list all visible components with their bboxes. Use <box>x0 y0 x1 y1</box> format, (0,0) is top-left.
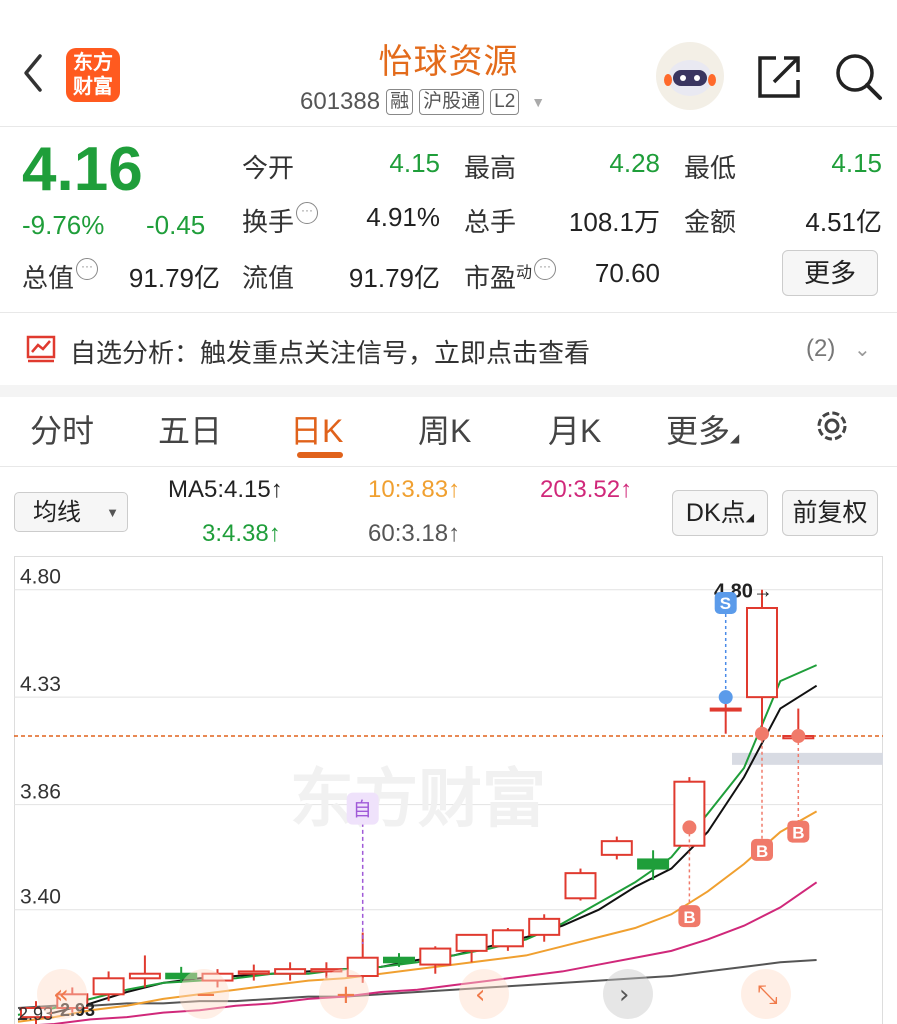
dropdown-caret-icon[interactable]: ▼ <box>531 94 545 110</box>
ma3-label: 3:4.38↑ <box>202 520 281 547</box>
candle-body <box>419 947 452 966</box>
ma10-label: 10:3.83↑ <box>368 476 461 503</box>
high-label: 最高 <box>464 153 517 183</box>
stock-code-row[interactable]: 601388 融 沪股通 L2 ▼ <box>300 88 545 116</box>
candle-body <box>528 917 561 936</box>
candlestick-chart[interactable]: 4.804.333.863.40东方财富4.80→SBBB自2.932.93«−… <box>14 556 883 1024</box>
candle-body <box>274 968 307 975</box>
chart-nav-icon[interactable]: + <box>335 980 357 1010</box>
change-percent: -9.76% <box>22 210 105 240</box>
chart-alert-icon <box>26 335 56 363</box>
low-label: 最低 <box>684 153 737 183</box>
turnover-value: 4.91% <box>366 202 440 232</box>
tag-connect: 沪股通 <box>419 89 485 115</box>
info-icon[interactable]: ··· <box>76 258 99 280</box>
ma60-label: 60:3.18↑ <box>368 520 461 547</box>
pe-value: 70.60 <box>594 258 660 288</box>
candle-body <box>92 977 125 996</box>
volume-value: 108.1万 <box>568 207 660 237</box>
analysis-count: (2) <box>806 335 836 362</box>
pe-label: 市盈动 ··· <box>464 258 557 295</box>
stock-code: 601388 <box>300 88 381 115</box>
info-icon[interactable]: ··· <box>296 202 319 224</box>
tab-monthly-k[interactable]: 月K <box>548 406 601 452</box>
tab-intraday[interactable]: 分时 <box>30 406 94 452</box>
candle-body <box>746 607 778 699</box>
turnover-label: 换手 ··· <box>242 202 319 239</box>
candle-body <box>637 858 670 870</box>
watermark: 东方财富 <box>290 763 546 837</box>
sell-marker-dot <box>718 690 733 705</box>
open-label: 今开 <box>242 153 295 183</box>
divider <box>0 126 897 127</box>
current-price: 4.16 <box>22 135 143 204</box>
float-value: 91.79亿 <box>348 263 440 293</box>
share-icon[interactable] <box>756 52 804 100</box>
section-gap <box>0 385 897 397</box>
tag-level2: L2 <box>490 89 520 115</box>
volume-label: 总手 <box>464 207 517 237</box>
y-tick-label: 3.86 <box>20 781 61 804</box>
amount-label: 金额 <box>684 207 737 237</box>
amount-value: 4.51亿 <box>805 207 882 237</box>
search-icon[interactable] <box>834 52 884 102</box>
candle-body <box>455 933 488 952</box>
float-label: 流值 <box>242 263 295 293</box>
tab-daily-k[interactable]: 日K <box>290 406 343 452</box>
chart-nav-icon[interactable]: ⤡ <box>757 980 778 1010</box>
tab-more[interactable]: 更多◢ <box>666 406 739 452</box>
tab-five-day[interactable]: 五日 <box>158 406 222 452</box>
robot-avatar-icon[interactable] <box>656 42 724 110</box>
ma5-label: MA5:4.15↑ <box>168 476 283 503</box>
y-tick-label: 4.80 <box>20 566 61 589</box>
chevron-down-icon: ⌄ <box>854 339 871 361</box>
self-select-marker-label: 自 <box>353 799 372 821</box>
active-tab-indicator <box>297 452 343 458</box>
dk-point-button[interactable]: DK点◢ <box>672 490 768 536</box>
buy-marker-label: B <box>683 908 695 927</box>
y-tick-label: 4.33 <box>20 673 61 696</box>
indicator-select[interactable]: 均线 ▼ <box>14 492 128 532</box>
tag-margin: 融 <box>386 89 414 115</box>
forward-adjust-button[interactable]: 前复权 <box>782 490 878 536</box>
chart-nav-icon[interactable]: − <box>195 980 217 1010</box>
high-value: 4.28 <box>609 148 660 178</box>
ma20-label: 20:3.52↑ <box>540 476 633 503</box>
buy-marker-dot <box>682 820 697 835</box>
candle-body <box>709 707 742 712</box>
buy-marker-label: B <box>792 824 804 843</box>
ma60-line <box>17 959 817 1009</box>
candle-body <box>564 872 597 900</box>
chart-nav-icon[interactable]: ‹ <box>475 980 485 1010</box>
candle-body <box>491 929 524 948</box>
divider <box>0 466 897 467</box>
info-icon[interactable]: ··· <box>534 258 557 280</box>
more-quote-button[interactable]: 更多 <box>782 250 878 296</box>
y-tick-label: 3.40 <box>20 886 61 909</box>
candle-body <box>383 956 415 964</box>
tab-weekly-k[interactable]: 周K <box>418 406 471 452</box>
analysis-banner[interactable]: 自选分析：触发重点关注信号，立即点击查看 (2) ⌄ <box>0 313 897 385</box>
change-amount: -0.45 <box>146 210 206 240</box>
chart-nav-icon[interactable]: › <box>619 980 629 1010</box>
analysis-text: 自选分析：触发重点关注信号，立即点击查看 <box>70 338 591 368</box>
chart-nav-icon[interactable]: « <box>53 980 69 1010</box>
mktcap-label: 总值 ··· <box>22 258 99 295</box>
candle-body <box>128 972 161 980</box>
candle-body <box>237 970 270 975</box>
candle-body <box>600 840 633 856</box>
buy-marker-label: B <box>756 842 768 861</box>
buy-marker-dot <box>755 726 769 741</box>
sell-marker-label: S <box>720 594 731 613</box>
open-value: 4.15 <box>389 148 440 178</box>
low-value: 4.15 <box>831 148 882 178</box>
mktcap-value: 91.79亿 <box>128 263 220 293</box>
buy-marker-dot <box>791 729 806 743</box>
settings-gear-icon[interactable] <box>812 406 852 446</box>
